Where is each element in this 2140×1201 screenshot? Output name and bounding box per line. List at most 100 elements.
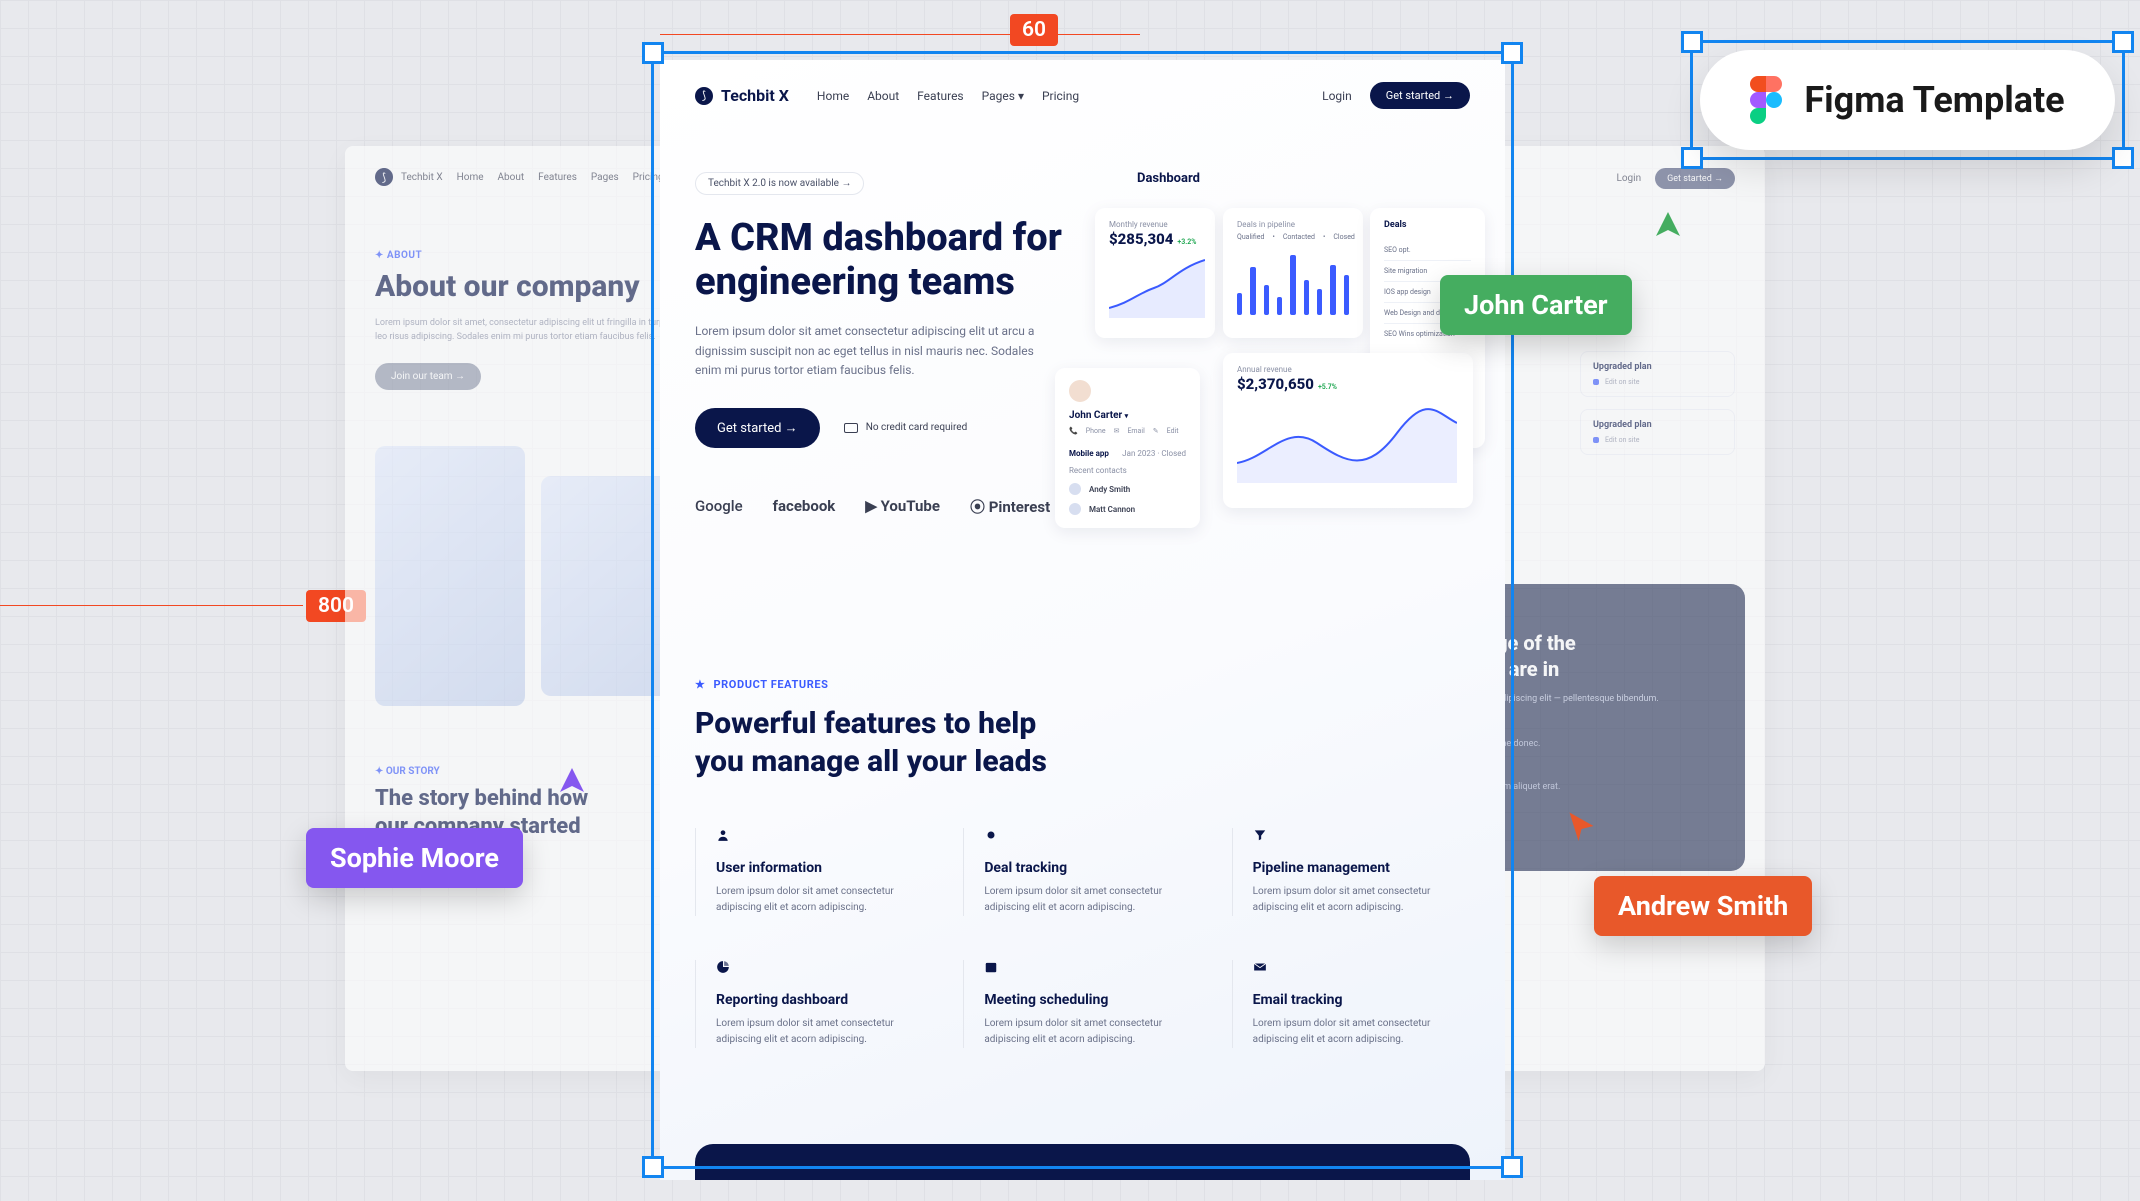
list-item: Matt Cannon: [1069, 503, 1186, 515]
hero-subtitle: Lorem ipsum dolor sit amet consectetur a…: [695, 322, 1045, 380]
dimension-guide-top: [660, 34, 1140, 35]
dashboard-preview: Dashboard Monthly revenue $285,304+3.2% …: [1095, 171, 1505, 558]
login-link[interactable]: Login: [1322, 89, 1352, 103]
upgrade-card: Upgraded plan Edit on site: [1580, 409, 1735, 455]
calendar-icon: [984, 960, 998, 974]
no-credit-card-note: No credit card required: [844, 422, 968, 433]
figma-template-badge[interactable]: Figma Template: [1700, 50, 2115, 150]
upgrade-card-title: Upgraded plan: [1593, 362, 1722, 372]
nav-link-pricing[interactable]: Pricing: [1042, 89, 1079, 103]
figma-badge-label: Figma Template: [1804, 79, 2064, 121]
recent-app-label: Mobile app: [1069, 449, 1109, 458]
figma-logo-icon: [1750, 76, 1782, 124]
sparkline-icon: [1109, 258, 1205, 318]
cursor-icon: [554, 762, 590, 798]
about-paragraph: Lorem ipsum dolor sit amet, consectetur …: [375, 316, 695, 345]
resize-handle[interactable]: [2112, 31, 2134, 53]
cursor-icon: [1650, 206, 1686, 242]
card-monthly-revenue: Monthly revenue $285,304+3.2%: [1095, 208, 1215, 338]
resize-handle[interactable]: [1681, 31, 1703, 53]
brand-google-logo: Google: [695, 497, 743, 515]
feature-title: Pipeline management: [1253, 860, 1470, 876]
brand-name: Techbit X: [721, 86, 789, 105]
bar-chart-icon: [1237, 255, 1349, 315]
credit-card-icon: [844, 423, 858, 433]
feature-title: Email tracking: [1253, 992, 1470, 1008]
deal-icon: [984, 828, 998, 842]
recent-contacts-label: Recent contacts: [1069, 466, 1186, 475]
list-item: SEO opt.: [1384, 240, 1471, 261]
dot-icon: [1593, 437, 1599, 443]
funnel-icon: [1253, 828, 1267, 842]
feature-title: User information: [716, 860, 933, 876]
upgrade-card-row: Edit on site: [1593, 436, 1722, 444]
dimension-guide-left: [0, 605, 303, 606]
nav-link-home[interactable]: Home: [817, 89, 849, 103]
dimension-label-60: 60: [1010, 14, 1058, 46]
nav-link[interactable]: About: [498, 172, 525, 183]
nav-link[interactable]: Home: [457, 172, 484, 183]
nav-link[interactable]: Pricing: [633, 172, 664, 183]
pencil-icon: ✎: [1153, 427, 1159, 435]
collaborator-cursor-andrew: Andrew Smith: [1594, 876, 1812, 936]
collaborator-cursor-john: John Carter: [1440, 275, 1632, 335]
upgrade-card-title: Upgraded plan: [1593, 420, 1722, 430]
phone-icon: 📞: [1069, 427, 1078, 435]
mail-icon: ✉: [1114, 427, 1120, 435]
features-eyebrow: ★ PRODUCT FEATURES: [695, 678, 1470, 691]
feature-desc: Lorem ipsum dolor sit amet consectetur a…: [1253, 1016, 1470, 1048]
hero-cta-button[interactable]: Get started →: [695, 408, 820, 448]
feature-item: User information Lorem ipsum dolor sit a…: [695, 828, 933, 916]
feature-desc: Lorem ipsum dolor sit amet consectetur a…: [716, 1016, 933, 1048]
brand-logos: Google facebook ▶ YouTube ⦿ Pinterest: [695, 496, 1075, 517]
feature-title: Deal tracking: [984, 860, 1201, 876]
avatar-icon: [1069, 483, 1081, 495]
card-annual-revenue: Annual revenue $2,370,650+5.7%: [1223, 353, 1473, 508]
avatar-icon: [1069, 380, 1091, 402]
mail-icon: [1253, 960, 1267, 974]
contact-name: John Carter ▾: [1069, 410, 1186, 421]
feature-desc: Lorem ipsum dolor sit amet consectetur a…: [716, 884, 933, 916]
feature-item: Pipeline management Lorem ipsum dolor si…: [1232, 828, 1470, 916]
star-icon: ★: [695, 678, 705, 691]
get-started-button[interactable]: Get started →: [1655, 168, 1735, 189]
upgrade-cards: Upgraded plan Edit on site Upgraded plan…: [1580, 351, 1735, 467]
join-team-button[interactable]: Join our team →: [375, 363, 481, 390]
brand-facebook-logo: facebook: [773, 497, 836, 515]
announcement-chip[interactable]: Techbit X 2.0 is now available →: [695, 172, 864, 195]
resize-handle[interactable]: [2112, 147, 2134, 169]
feature-desc: Lorem ipsum dolor sit amet consectetur a…: [984, 884, 1201, 916]
nav-link[interactable]: Features: [538, 172, 577, 183]
chevron-down-icon: ▾: [1125, 412, 1129, 420]
feature-desc: Lorem ipsum dolor sit amet consectetur a…: [984, 1016, 1201, 1048]
card-deals-pipeline: Deals in pipeline Qualified • Contacted …: [1223, 208, 1363, 338]
login-link[interactable]: Login: [1616, 173, 1641, 184]
nav-link-pages[interactable]: Pages ▾: [982, 89, 1024, 103]
feature-item: Email tracking Lorem ipsum dolor sit ame…: [1232, 960, 1470, 1048]
feature-item: Meeting scheduling Lorem ipsum dolor sit…: [963, 960, 1201, 1048]
dot-icon: [1593, 379, 1599, 385]
nav-link-features[interactable]: Features: [917, 89, 963, 103]
nav-link-about[interactable]: About: [867, 89, 899, 103]
cursor-icon: [1562, 808, 1598, 844]
top-nav: ⟆ Techbit X Home About Features Pages ▾ …: [660, 60, 1505, 131]
chart-icon: [716, 960, 730, 974]
feature-item: Deal tracking Lorem ipsum dolor sit amet…: [963, 828, 1201, 916]
list-item: Andy Smith: [1069, 483, 1186, 495]
nav-links: Home About Features Pages ▾ Pricing: [817, 89, 1079, 103]
collaborator-cursor-sophie: Sophie Moore: [306, 828, 523, 888]
brand[interactable]: ⟆ Techbit X: [695, 86, 789, 105]
sparkline-icon: [1237, 403, 1457, 483]
nav-link[interactable]: Pages: [591, 172, 619, 183]
about-image: [375, 446, 525, 706]
artboard-home[interactable]: ⟆ Techbit X Home About Features Pages ▾ …: [660, 60, 1505, 1180]
feature-title: Reporting dashboard: [716, 992, 933, 1008]
brand-pinterest-logo: ⦿ Pinterest: [970, 496, 1050, 517]
brand-youtube-logo: ▶ YouTube: [865, 497, 940, 515]
get-started-button[interactable]: Get started →: [1370, 82, 1470, 109]
user-icon: [716, 828, 730, 842]
avatar-icon: [1069, 503, 1081, 515]
hero-title: A CRM dashboard for engineering teams: [695, 217, 1075, 304]
upgrade-card: Upgraded plan Edit on site: [1580, 351, 1735, 397]
chevron-down-icon: ▾: [1018, 89, 1024, 103]
